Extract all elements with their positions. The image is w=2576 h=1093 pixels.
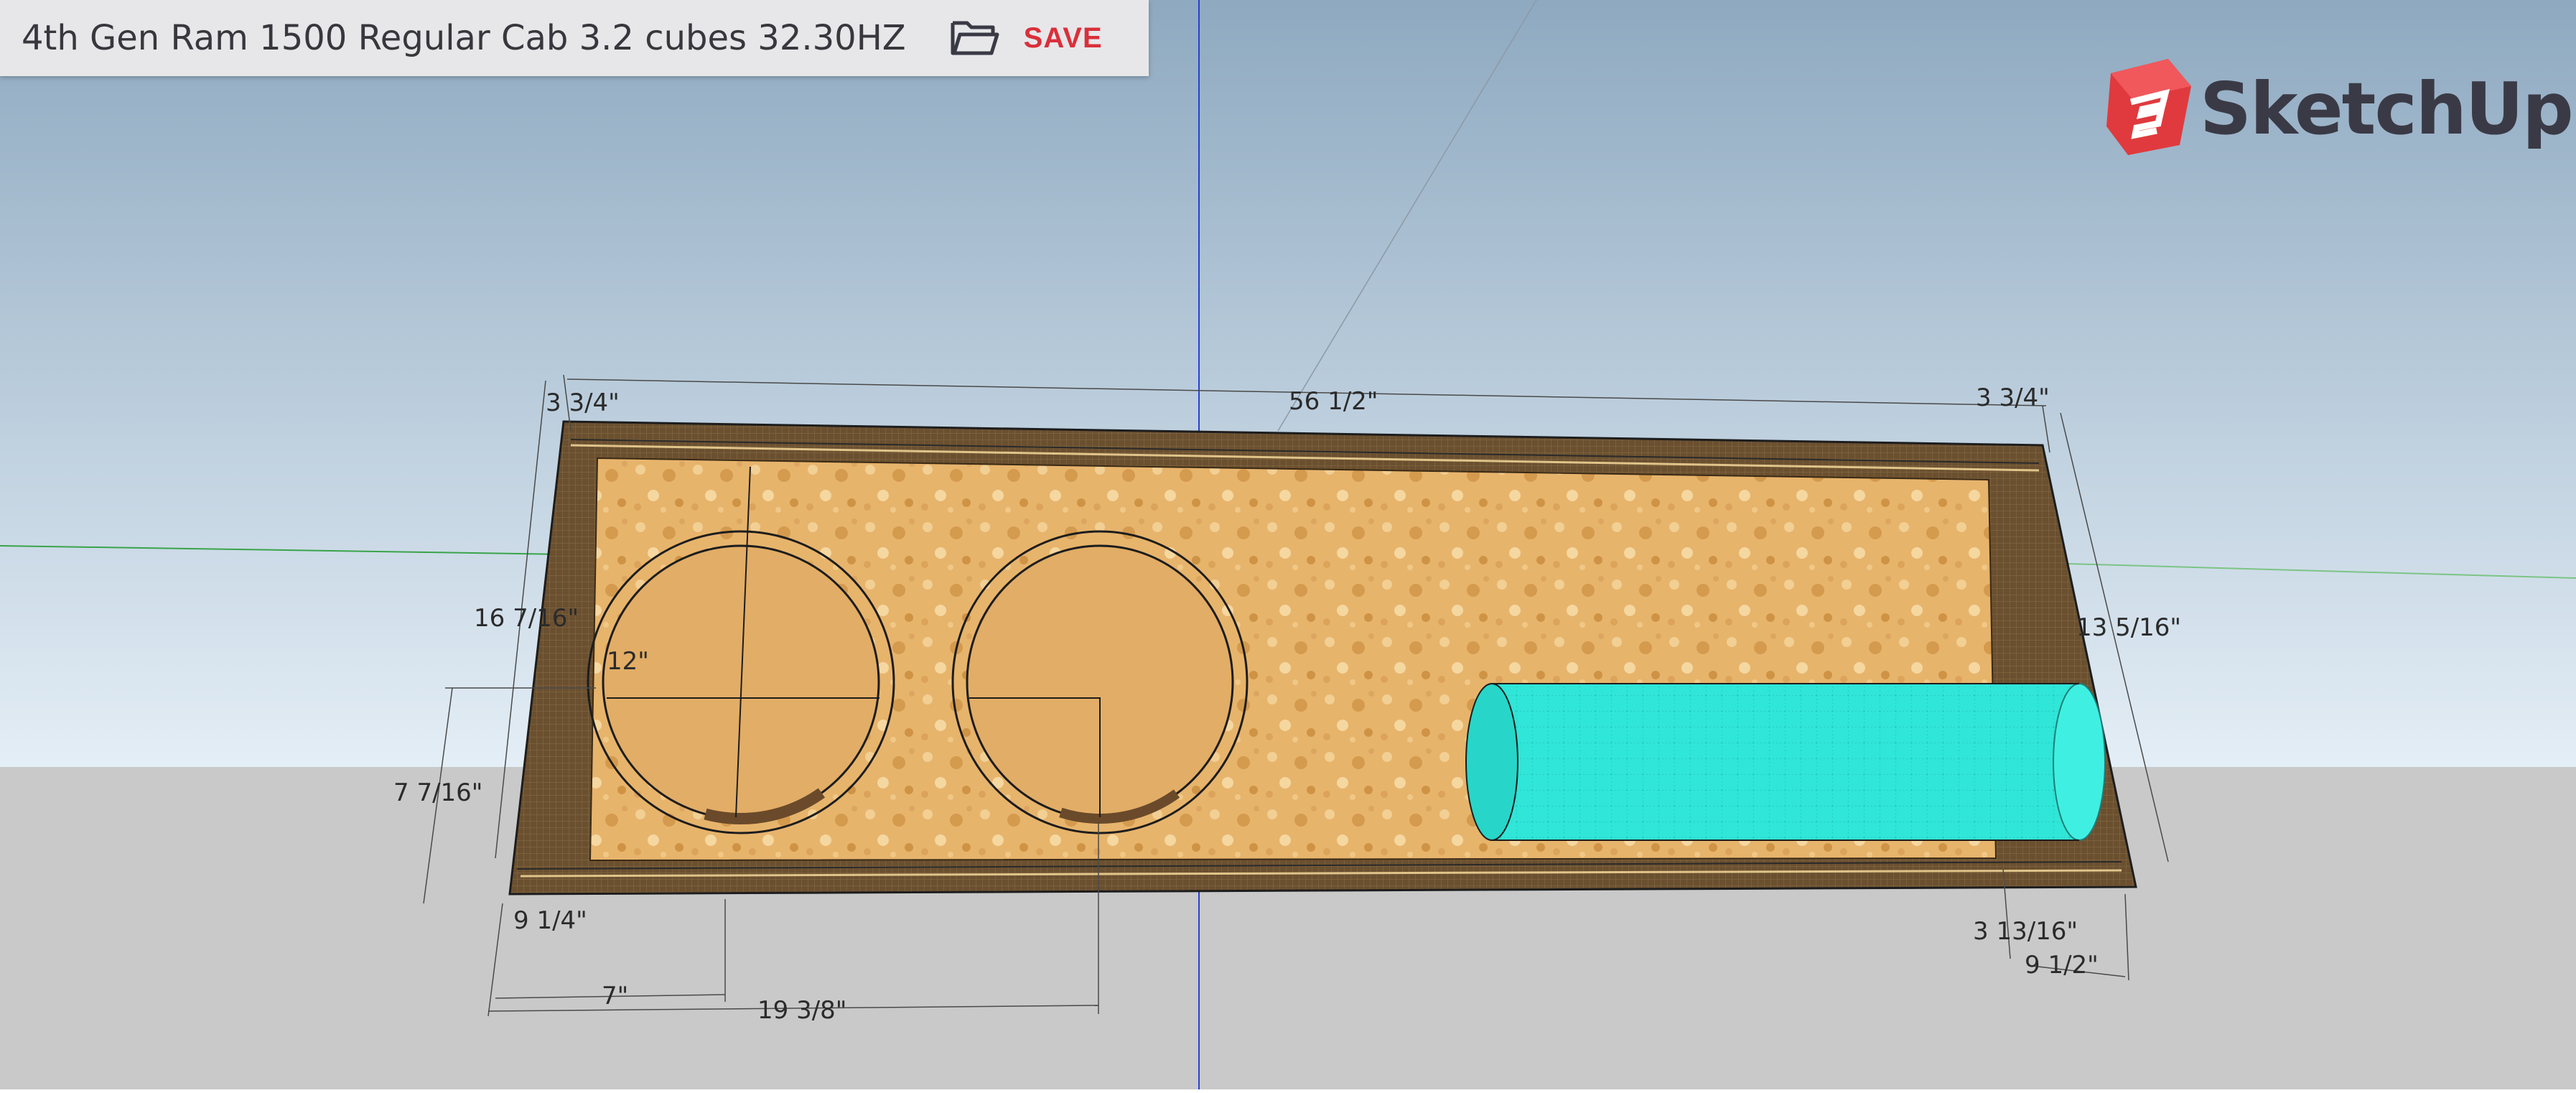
brand-name: SketchUp [2200, 67, 2574, 151]
3d-viewport[interactable]: 3 3/4" 56 1/2" 3 3/4" 16 7/16" 13 5/16" … [0, 0, 2576, 1089]
dim-right-height: 13 5/16" [2076, 613, 2181, 642]
dim-top-left-thickness: 3 3/4" [546, 389, 620, 417]
dim-bottom-right-depth: 9 1/2" [2025, 951, 2099, 980]
port-tube [1465, 683, 2106, 841]
dim-top-right-thickness: 3 3/4" [1976, 383, 2050, 412]
model-title[interactable]: 4th Gen Ram 1500 Regular Cab 3.2 cubes 3… [22, 18, 906, 58]
dim-hole-center-2: 19 3/8" [757, 996, 846, 1025]
model-header-bar: 4th Gen Ram 1500 Regular Cab 3.2 cubes 3… [0, 0, 1149, 76]
dim-left-height: 16 7/16" [474, 604, 579, 633]
save-button[interactable]: SAVE [1024, 22, 1103, 55]
brand-logo: SketchUp [2104, 57, 2574, 160]
dim-bottom-left-depth: 9 1/4" [513, 906, 587, 935]
model-canvas[interactable]: 3 3/4" 56 1/2" 3 3/4" 16 7/16" 13 5/16" … [0, 0, 2576, 1089]
dim-lower-height: 7 7/16" [393, 778, 482, 807]
dim-bottom-right-small: 3 13/16" [1973, 917, 2078, 946]
folder-open-icon [950, 16, 1000, 61]
dim-hole-center-1: 7" [602, 982, 628, 1010]
dim-overall-width: 56 1/2" [1289, 387, 1378, 416]
dim-sub-radius: 12" [607, 647, 649, 676]
sketchup-logo-icon [2104, 57, 2194, 160]
open-model-button[interactable] [946, 9, 1004, 67]
